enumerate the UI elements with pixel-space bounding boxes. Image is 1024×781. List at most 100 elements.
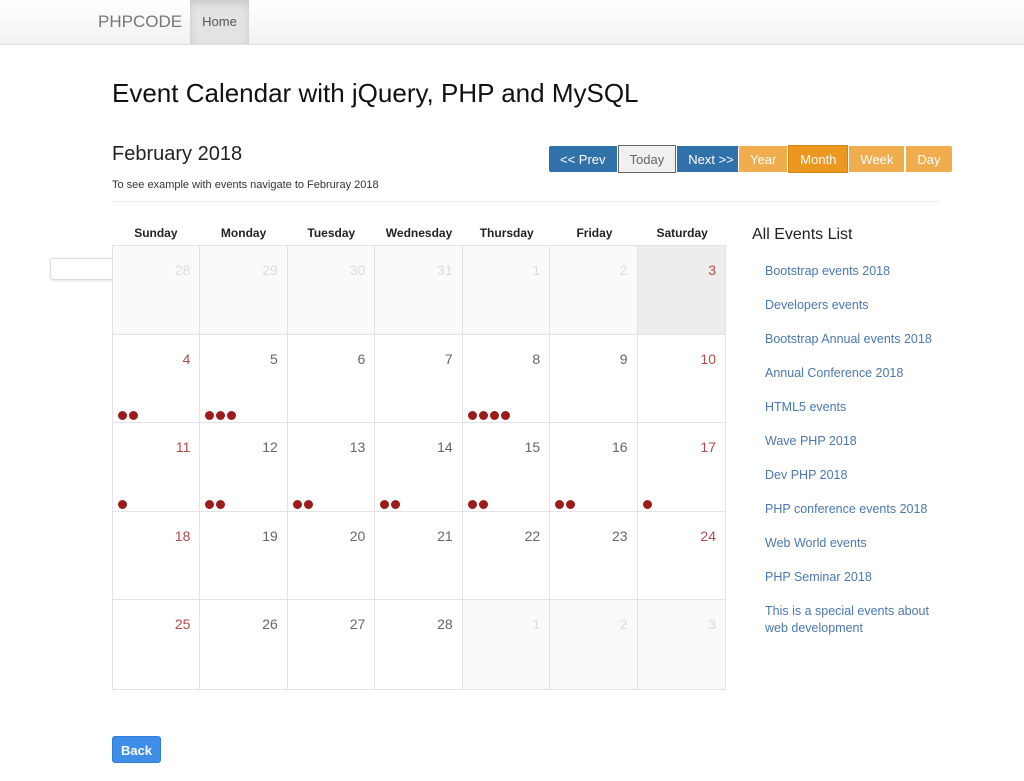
calendar-day-cell[interactable]: 8 — [462, 334, 551, 424]
calendar-day-cell[interactable]: 20 — [287, 511, 376, 601]
event-dot-icon[interactable] — [380, 499, 390, 509]
calendar-day-cell[interactable]: 28 — [375, 600, 463, 689]
event-dot-icon[interactable] — [489, 411, 499, 421]
day-number[interactable]: 1 — [532, 262, 540, 278]
nav-home-link[interactable]: Home — [190, 0, 249, 44]
calendar-day-cell[interactable]: 22 — [462, 511, 551, 601]
next-button[interactable]: Next >> — [676, 145, 746, 173]
event-list-item[interactable]: Bootstrap Annual events 2018 — [765, 331, 935, 348]
day-number[interactable]: 6 — [357, 351, 365, 367]
calendar-day-cell[interactable]: 4 — [113, 334, 201, 424]
calendar-day-cell[interactable]: 9 — [550, 334, 638, 424]
calendar-day-cell[interactable]: 15 — [462, 423, 551, 512]
event-list-item[interactable]: Wave PHP 2018 — [765, 433, 935, 450]
calendar-day-cell[interactable]: 5 — [200, 334, 288, 424]
event-dot-icon[interactable] — [118, 499, 127, 509]
day-number[interactable]: 30 — [350, 262, 366, 278]
calendar-day-cell[interactable]: 31 — [375, 246, 463, 335]
calendar-day-cell[interactable]: 23 — [550, 511, 638, 601]
event-dot-icon[interactable] — [303, 499, 313, 509]
event-list-item[interactable]: PHP Seminar 2018 — [765, 569, 935, 586]
today-button[interactable]: Today — [617, 145, 677, 173]
view-week-button[interactable]: Week — [848, 145, 906, 173]
event-dot-icon[interactable] — [500, 411, 510, 421]
calendar-day-cell[interactable]: 6 — [287, 334, 376, 424]
day-number[interactable]: 15 — [525, 439, 541, 455]
calendar-day-cell[interactable]: 27 — [288, 600, 376, 689]
day-number[interactable]: 5 — [270, 351, 278, 367]
event-list-item[interactable]: Developers events — [765, 297, 935, 314]
event-dot-icon[interactable] — [467, 411, 477, 421]
day-number[interactable]: 2 — [620, 616, 628, 632]
day-number[interactable]: 25 — [175, 616, 191, 632]
day-number[interactable]: 29 — [262, 262, 278, 278]
event-dot-icon[interactable] — [555, 499, 565, 509]
event-dot-icon[interactable] — [478, 499, 488, 509]
day-number[interactable]: 13 — [350, 439, 366, 455]
day-number[interactable]: 11 — [176, 439, 191, 455]
day-number[interactable]: 28 — [175, 262, 191, 278]
event-list-item[interactable]: Dev PHP 2018 — [765, 467, 935, 484]
calendar-day-cell[interactable]: 1 — [462, 246, 551, 335]
day-number[interactable]: 3 — [708, 262, 716, 278]
event-dot-icon[interactable] — [566, 499, 576, 509]
day-number[interactable]: 23 — [612, 528, 628, 544]
day-number[interactable]: 18 — [175, 528, 191, 544]
calendar-day-cell[interactable]: 19 — [200, 511, 288, 601]
event-dot-icon[interactable] — [216, 499, 226, 509]
day-number[interactable]: 19 — [262, 528, 278, 544]
day-number[interactable]: 21 — [437, 528, 453, 544]
event-list-item[interactable]: Web World events — [765, 535, 935, 552]
calendar-day-cell[interactable]: 13 — [287, 423, 376, 512]
calendar-day-cell[interactable]: 17 — [637, 423, 725, 512]
event-dot-icon[interactable] — [478, 411, 488, 421]
calendar-day-cell[interactable]: 18 — [113, 511, 201, 601]
back-button[interactable]: Back — [112, 736, 161, 763]
calendar-day-cell[interactable]: 3 — [637, 600, 725, 689]
day-number[interactable]: 28 — [437, 616, 453, 632]
day-number[interactable]: 2 — [620, 262, 628, 278]
event-dot-icon[interactable] — [391, 499, 401, 509]
calendar-day-cell[interactable]: 7 — [375, 334, 463, 424]
event-dot-icon[interactable] — [118, 411, 127, 421]
calendar-day-cell[interactable]: 11 — [113, 423, 201, 512]
week-tab-stub[interactable] — [50, 258, 113, 280]
calendar-day-cell[interactable]: 3 — [637, 246, 725, 335]
event-dot-icon[interactable] — [129, 411, 138, 421]
calendar-day-cell[interactable]: 1 — [462, 600, 551, 689]
event-dot-icon[interactable] — [227, 411, 237, 421]
calendar-day-cell[interactable]: 12 — [200, 423, 288, 512]
calendar-day-cell[interactable]: 26 — [200, 600, 288, 689]
day-number[interactable]: 7 — [445, 351, 453, 367]
event-list-item[interactable]: PHP conference events 2018 — [765, 501, 935, 518]
calendar-day-cell[interactable]: 10 — [637, 335, 725, 424]
calendar-day-cell[interactable]: 21 — [375, 511, 463, 601]
event-dot-icon[interactable] — [292, 499, 302, 509]
day-number[interactable]: 14 — [437, 439, 453, 455]
day-number[interactable]: 12 — [262, 439, 278, 455]
event-dot-icon[interactable] — [205, 411, 215, 421]
day-number[interactable]: 9 — [620, 351, 628, 367]
day-number[interactable]: 24 — [700, 528, 716, 544]
day-number[interactable]: 3 — [708, 616, 716, 632]
prev-button[interactable]: << Prev — [548, 145, 618, 173]
event-dot-icon[interactable] — [216, 411, 226, 421]
event-list-item[interactable]: This is a special events about web devel… — [765, 603, 935, 637]
event-list-item[interactable]: Annual Conference 2018 — [765, 365, 935, 382]
event-list-item[interactable]: Bootstrap events 2018 — [765, 263, 935, 280]
calendar-day-cell[interactable]: 14 — [375, 423, 463, 512]
view-month-button[interactable]: Month — [788, 145, 849, 173]
calendar-day-cell[interactable]: 28 — [113, 246, 201, 335]
day-number[interactable]: 27 — [350, 616, 366, 632]
calendar-day-cell[interactable]: 30 — [287, 246, 376, 335]
calendar-day-cell[interactable]: 16 — [550, 423, 638, 512]
calendar-day-cell[interactable]: 25 — [113, 600, 201, 689]
brand-link[interactable]: PHPCODE — [98, 12, 182, 32]
day-number[interactable]: 17 — [700, 439, 716, 455]
view-year-button[interactable]: Year — [738, 145, 789, 173]
day-number[interactable]: 20 — [350, 528, 366, 544]
calendar-day-cell[interactable]: 2 — [550, 246, 638, 335]
day-number[interactable]: 26 — [262, 616, 278, 632]
event-list-item[interactable]: HTML5 events — [765, 399, 935, 416]
view-day-button[interactable]: Day — [905, 145, 953, 173]
